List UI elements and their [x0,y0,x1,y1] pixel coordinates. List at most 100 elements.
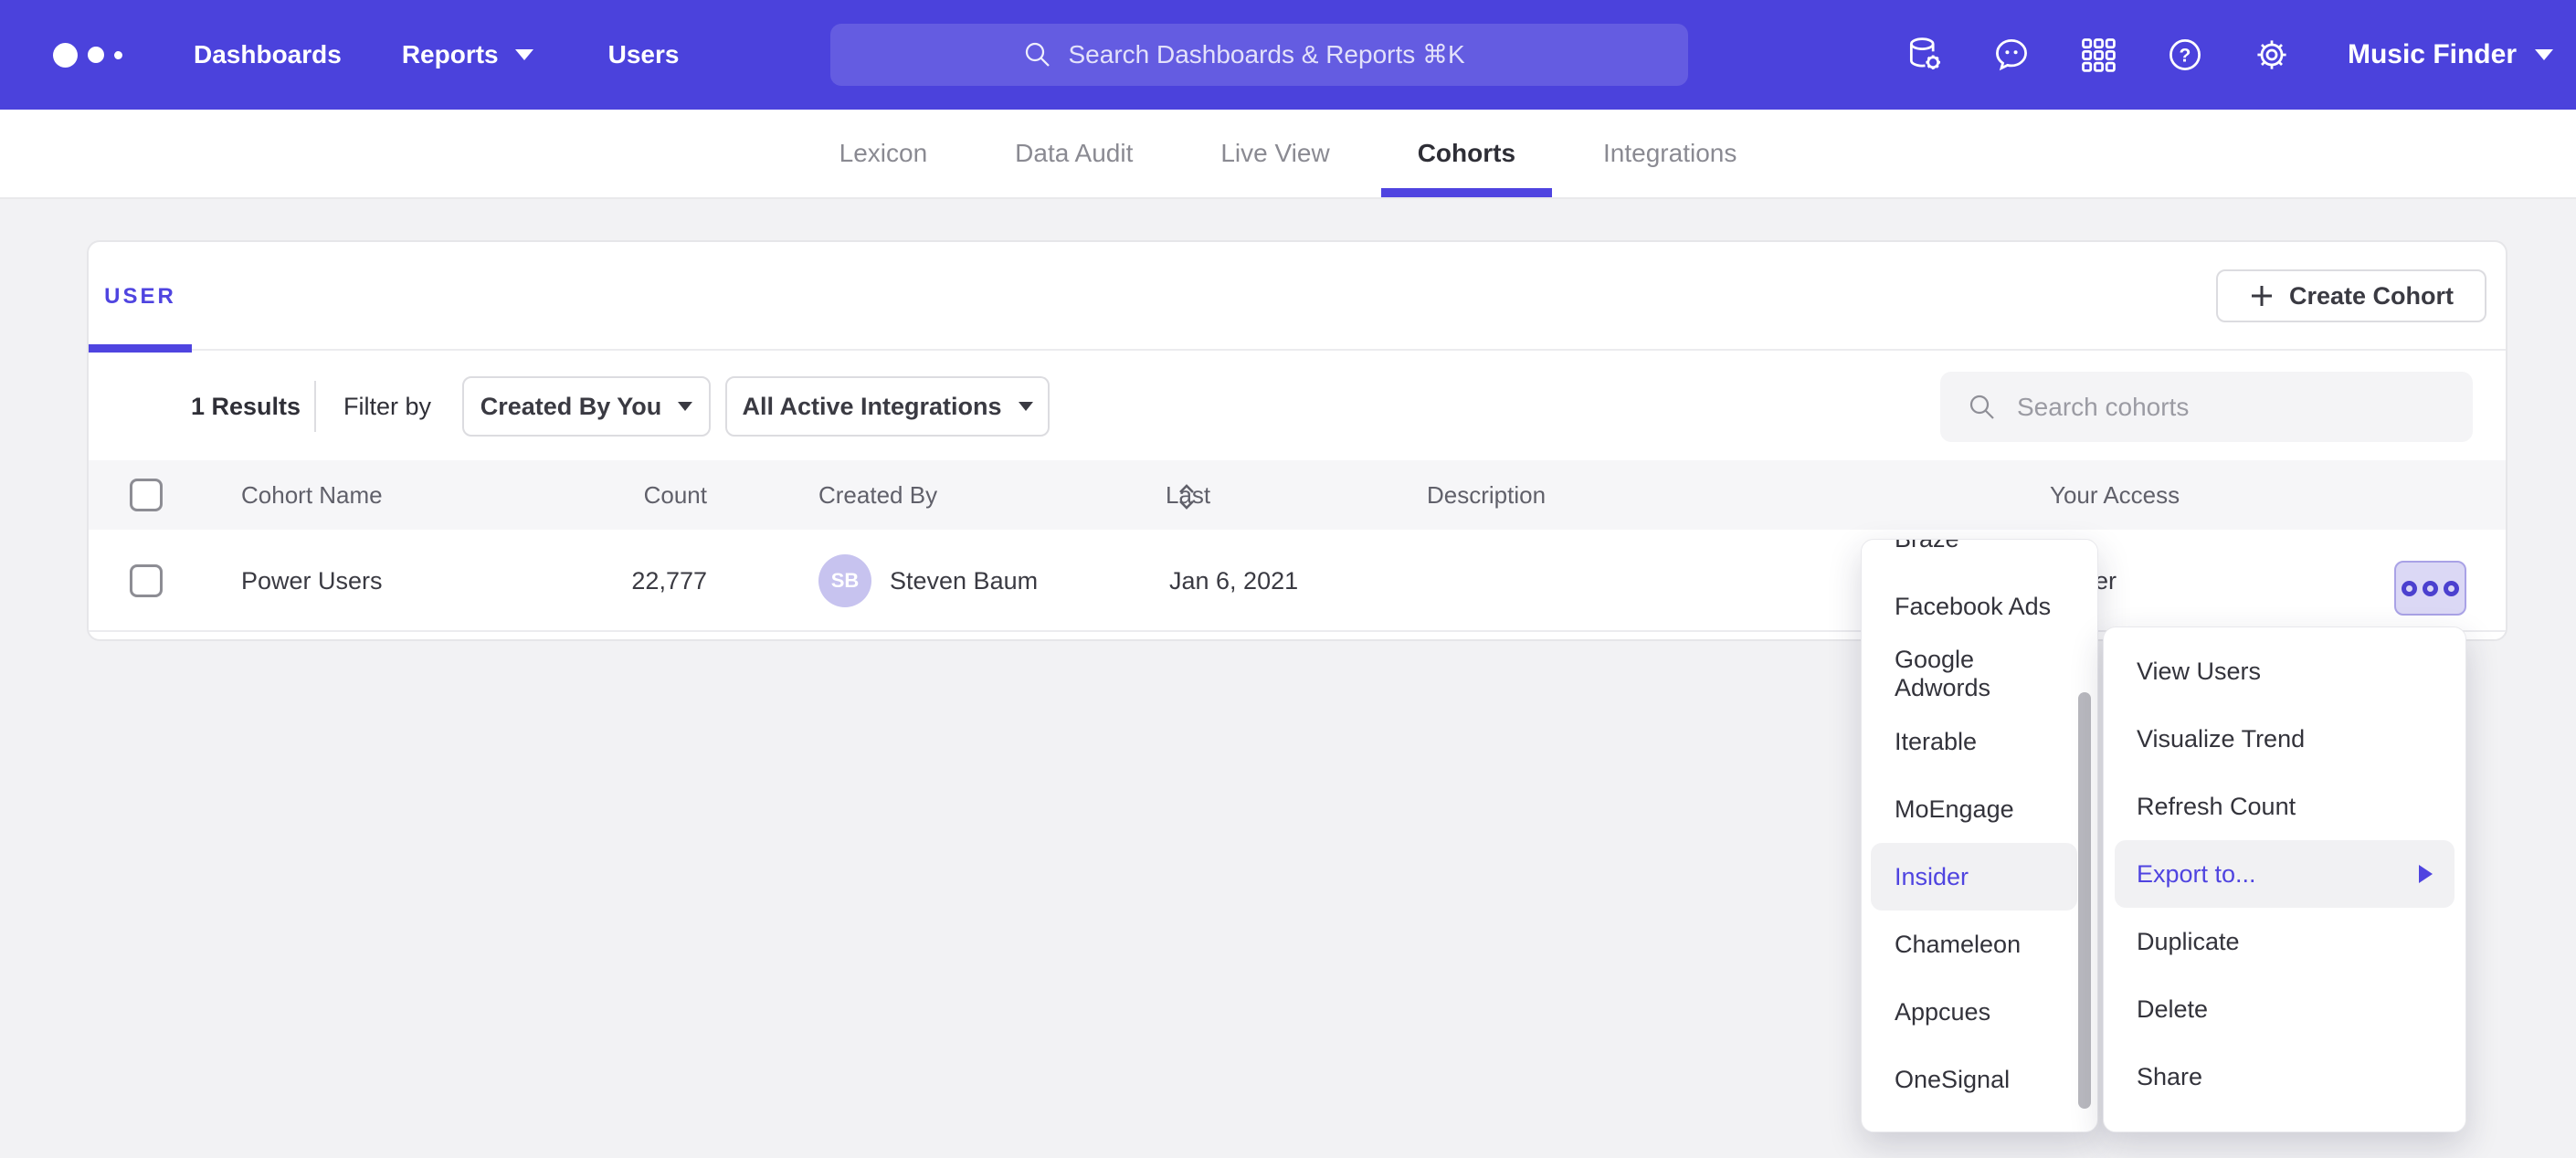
menu-item-label: Share [2137,1063,2202,1091]
tab-label: Live View [1220,139,1329,168]
menu-item-label: Insider [1895,863,1969,891]
dot-icon [2402,581,2417,596]
col-your-access: Your Access [2050,460,2180,530]
menu-item-insider[interactable]: Insider [1871,843,2077,911]
filter-value: Created By You [480,393,662,421]
created-by-filter-dropdown[interactable]: Created By You [462,376,711,437]
filter-by-label: Filter by [343,353,431,460]
col-last-modified[interactable]: Last Modified [1166,460,1197,530]
menu-item-chameleon[interactable]: Chameleon [1862,911,2097,978]
col-description: Description [1427,460,1546,530]
filter-row: 1 Results Filter by Created By You All A… [89,353,2506,460]
menu-item-label: View Users [2137,658,2261,686]
submenu-arrow-icon [2419,865,2433,883]
menu-item-label: Chameleon [1895,931,2021,959]
create-cohort-label: Create Cohort [2289,282,2454,311]
menu-item-share[interactable]: Share [2104,1043,2465,1111]
tab-integrations[interactable]: Integrations [1603,110,1737,197]
submenu-scrollbar[interactable] [2078,692,2091,1109]
col-created-by: Created By [818,460,937,530]
integrations-filter-dropdown[interactable]: All Active Integrations [725,376,1050,437]
nav-item-users[interactable]: Users [608,40,680,69]
row-context-menu: View Users Visualize Trend Refresh Count… [2103,626,2466,1132]
tab-label: Data Audit [1015,139,1133,168]
search-icon [1966,391,1999,424]
search-icon [1021,38,1054,71]
nav-item-dashboards[interactable]: Dashboards [194,40,342,69]
menu-item-label: Facebook Ads [1895,593,2051,621]
col-count: Count [527,460,707,530]
menu-item-visualize-trend[interactable]: Visualize Trend [2104,705,2465,773]
section-tabbar: Lexicon Data Audit Live View Cohorts Int… [0,110,2576,199]
filter-value: All Active Integrations [742,393,1001,421]
menu-item-braze[interactable]: Braze [1862,539,2097,573]
cohort-search-input[interactable] [2017,393,2419,422]
settings-gear-icon[interactable] [2252,35,2292,75]
created-by-value: Steven Baum [890,530,1038,632]
table-header: Cohort Name Count Created By Last Modifi… [89,460,2506,530]
tab-label: Integrations [1603,139,1737,168]
col-cohort-name: Cohort Name [241,460,383,530]
last-modified-value: Jan 6, 2021 [1169,530,1298,632]
menu-item-moengage[interactable]: MoEngage [1862,775,2097,843]
menu-item-appcues[interactable]: Appcues [1862,978,2097,1046]
cohort-name-link[interactable]: Power Users [241,530,383,632]
menu-item-refresh-count[interactable]: Refresh Count [2104,773,2465,840]
row-checkbox[interactable] [130,564,163,597]
menu-item-label: Braze [1895,539,1959,553]
menu-item-onesignal[interactable]: OneSignal [1862,1046,2097,1113]
menu-item-label: Iterable [1895,728,1977,756]
cohort-count: 22,777 [527,530,707,632]
dot-icon [2444,581,2459,596]
chevron-down-icon [1019,402,1033,411]
tab-user-cohorts[interactable]: USER [89,242,192,351]
menu-item-label: Google Adwords [1895,646,2064,702]
feedback-icon[interactable] [1991,35,2032,75]
project-name: Music Finder [2348,39,2517,70]
menu-item-duplicate[interactable]: Duplicate [2104,908,2465,975]
nav-item-label: Users [608,40,680,69]
tab-label: USER [104,284,176,310]
menu-item-delete[interactable]: Delete [2104,975,2465,1043]
menu-item-label: Refresh Count [2137,793,2296,821]
divider [314,381,316,432]
svg-text:?: ? [2180,45,2191,66]
menu-item-label: OneSignal [1895,1066,2010,1094]
tab-lexicon[interactable]: Lexicon [839,110,928,197]
create-cohort-button[interactable]: Create Cohort [2216,269,2486,322]
nav-item-label: Dashboards [194,40,342,69]
global-search[interactable] [830,24,1688,86]
menu-item-export-to[interactable]: Export to... [2115,840,2455,908]
row-more-actions-button[interactable] [2394,561,2466,616]
menu-item-label: Export to... [2137,860,2256,889]
tab-data-audit[interactable]: Data Audit [1015,110,1133,197]
menu-item-facebook-ads[interactable]: Facebook Ads [1862,573,2097,640]
top-nav: Dashboards Reports Users [0,0,2576,110]
cohort-table-row: Power Users 22,777 SB Steven Baum Jan 6,… [89,530,2506,632]
global-search-input[interactable] [1069,40,1498,69]
menu-item-iterable[interactable]: Iterable [1862,708,2097,775]
cohorts-page: Dashboards Reports Users [0,0,2576,1158]
avatar: SB [818,554,871,607]
menu-item-view-users[interactable]: View Users [2104,637,2465,705]
brand-logo-icon[interactable] [53,43,122,68]
cohorts-card: USER Create Cohort 1 Results Filter by C… [87,240,2507,641]
tab-cohorts[interactable]: Cohorts [1418,110,1515,197]
select-all-checkbox[interactable] [130,479,163,511]
project-selector[interactable]: Music Finder [2348,39,2553,70]
menu-item-label: MoEngage [1895,795,2014,824]
nav-item-reports[interactable]: Reports [402,40,533,69]
cohort-search[interactable] [1940,372,2473,442]
data-management-icon[interactable] [1905,35,1945,75]
avatar-initials: SB [831,569,860,593]
help-icon[interactable]: ? [2165,35,2205,75]
menu-item-google-adwords[interactable]: Google Adwords [1862,640,2097,708]
apps-grid-icon[interactable] [2078,35,2118,75]
tab-label: Cohorts [1418,139,1515,168]
chevron-down-icon [678,402,692,411]
tab-live-view[interactable]: Live View [1220,110,1329,197]
menu-item-label: Visualize Trend [2137,725,2305,753]
results-count: 1 Results [191,353,301,460]
nav-item-label: Reports [402,40,499,69]
export-destinations-submenu: Braze Facebook Ads Google Adwords Iterab… [1861,539,2098,1132]
